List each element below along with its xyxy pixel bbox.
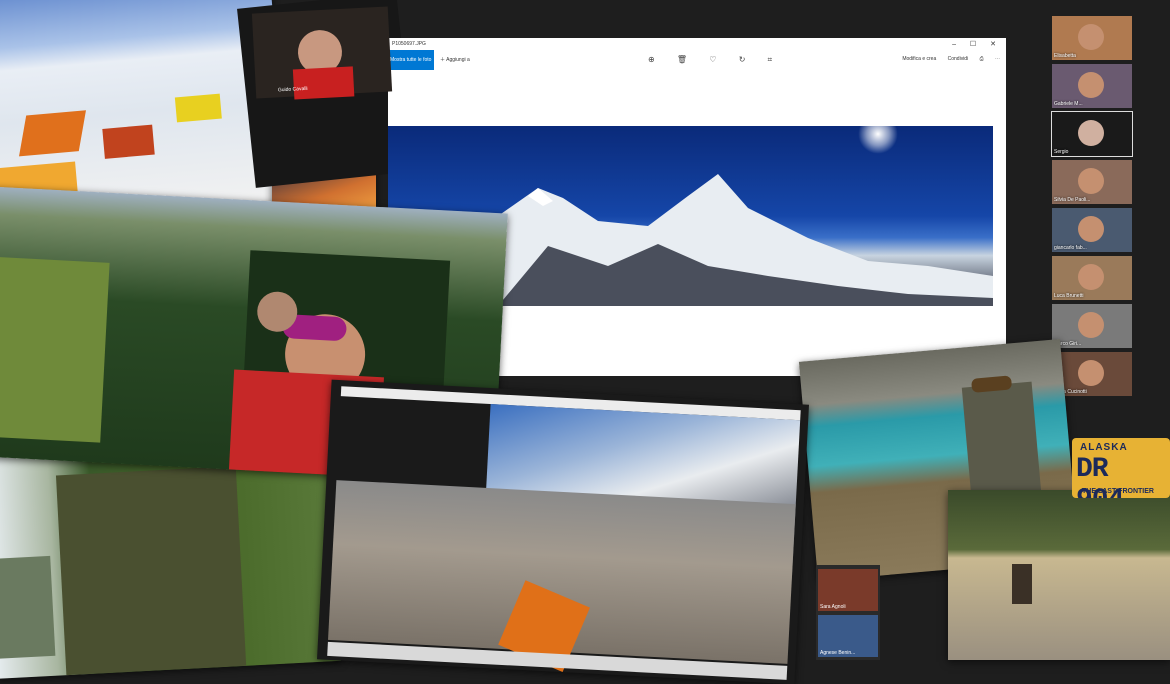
more-icon[interactable]: ⋯ bbox=[995, 56, 1000, 62]
add-to-button[interactable]: ＋ Aggiungi a bbox=[440, 56, 470, 63]
license-plate: ALASKA DR 904 THE LAST FRONTIER bbox=[1072, 438, 1170, 498]
see-all-photos-button[interactable]: Mostra tutte le foto bbox=[388, 50, 434, 70]
share-button[interactable]: Condividi bbox=[948, 56, 969, 62]
participant-name: Silvia De Paoli... bbox=[1054, 197, 1091, 203]
viewer-filename: P1050697.JPG bbox=[392, 41, 426, 47]
participant-gallery: Elisabetta Gabriele M... Sergio Silvia D… bbox=[1051, 16, 1133, 398]
viewer-toolbar: Mostra tutte le foto ＋ Aggiungi a ⊕ 🗑 ♡ … bbox=[388, 50, 1006, 70]
photo-laptop-screen bbox=[317, 379, 809, 684]
toolbar-right: Modifica e crea Condividi ⎙ ⋯ bbox=[892, 56, 1000, 62]
participant-tile[interactable]: Luca Brunetti bbox=[1052, 256, 1132, 300]
plate-state: ALASKA bbox=[1080, 442, 1128, 453]
window-controls[interactable]: – ☐ ✕ bbox=[952, 40, 1002, 48]
add-to-label: Aggiungi a bbox=[446, 57, 470, 63]
participant-tile[interactable]: giancarlo fab... bbox=[1052, 208, 1132, 252]
participant-tile[interactable]: Elisabetta bbox=[1052, 16, 1132, 60]
edit-create-button[interactable]: Modifica e crea bbox=[902, 56, 936, 62]
participant-tile[interactable]: Sergio bbox=[1051, 111, 1133, 157]
participant-tile[interactable]: Gabriele M... bbox=[1052, 64, 1132, 108]
toolbar-icons[interactable]: ⊕ 🗑 ♡ ↻ ⌗ bbox=[648, 55, 782, 65]
participant-tile[interactable]: Silvia De Paoli... bbox=[1052, 160, 1132, 204]
photo-field-worker bbox=[948, 490, 1170, 660]
plate-motto: THE LAST FRONTIER bbox=[1082, 488, 1154, 495]
participant-name: giancarlo fab... bbox=[1054, 245, 1087, 251]
speaker-video: Guido Cavalli bbox=[251, 6, 393, 100]
participant-name: Sergio bbox=[1054, 149, 1069, 155]
print-icon[interactable]: ⎙ bbox=[980, 56, 984, 62]
participant-name: Elisabetta bbox=[1054, 53, 1076, 59]
participant-tile[interactable]: Marco Giri... bbox=[1052, 304, 1132, 348]
tile-name: Agnese Benin... bbox=[820, 650, 856, 656]
viewer-titlebar: P1050697.JPG – ☐ ✕ bbox=[388, 38, 1006, 50]
bottom-video-tiles: Sara Agnoli Agnese Benin... bbox=[816, 565, 880, 660]
tile-name: Sara Agnoli bbox=[820, 604, 846, 610]
participant-name: Gabriele M... bbox=[1054, 101, 1083, 107]
participant-name: Luca Brunetti bbox=[1054, 293, 1084, 299]
